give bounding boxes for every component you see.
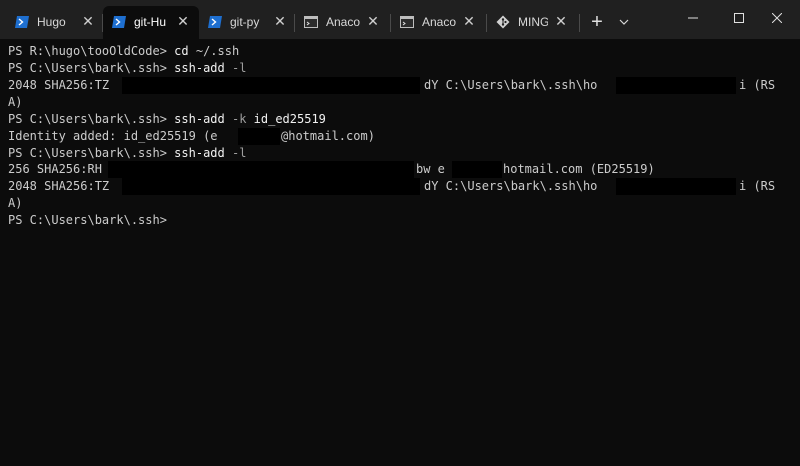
terminal-line: Identity added: id_ed25519 (e	[8, 128, 218, 145]
tab-git-py[interactable]: git-py ✕	[199, 6, 294, 39]
output-text: A)	[8, 95, 23, 109]
terminal-pane[interactable]: PS R:\hugo\tooOldCode> cd ~/.ssh PS C:\U…	[0, 39, 800, 466]
close-icon[interactable]: ✕	[175, 13, 191, 29]
command: cd	[174, 44, 189, 58]
terminal-line: A)	[8, 195, 22, 212]
terminal-line: @hotmail.com)	[281, 128, 375, 145]
chevron-down-icon[interactable]	[614, 12, 634, 32]
command: ssh-add	[174, 112, 225, 126]
terminal-line: PS R:\hugo\tooOldCode> cd ~/.ssh	[8, 43, 239, 60]
output-text: hotmail.com (ED25519)	[503, 162, 655, 176]
redaction-block	[238, 128, 280, 145]
redaction-block	[616, 178, 736, 195]
prompt: PS C:\Users\bark\.ssh>	[8, 112, 175, 126]
tab-hugo[interactable]: Hugo ✕	[6, 6, 102, 39]
close-icon[interactable]: ✕	[272, 13, 288, 29]
redaction-block	[616, 77, 736, 94]
powershell-icon	[208, 15, 222, 28]
terminal-line: 256 SHA256:RH	[8, 161, 102, 178]
tab-git-hugo[interactable]: git-Hu ✕	[103, 6, 199, 39]
tab-label: git-Hu	[134, 15, 167, 29]
output-text: 2048 SHA256:TZ	[8, 78, 110, 92]
output-text: 256 SHA256:RH	[8, 162, 102, 176]
tab-divider	[579, 14, 580, 32]
close-icon[interactable]: ✕	[365, 13, 381, 29]
tab-mingw[interactable]: MINGV ✕	[487, 6, 579, 39]
title-bar: Hugo ✕ git-Hu ✕ git-py ✕ Anaco ✕ Anaco ✕	[0, 0, 800, 39]
prompt: PS R:\hugo\tooOldCode>	[8, 44, 175, 58]
prompt: PS C:\Users\bark\.ssh>	[8, 213, 167, 227]
command-args: ~/.ssh	[188, 44, 240, 58]
terminal-line: 2048 SHA256:TZ	[8, 77, 109, 94]
close-window-button[interactable]	[754, 0, 800, 36]
command-flag: -l	[224, 61, 247, 75]
command-flag: -l	[224, 146, 247, 160]
console-icon	[400, 15, 414, 28]
minimize-button[interactable]	[670, 0, 716, 36]
output-text: A)	[8, 196, 23, 210]
tab-label: Anaco	[326, 15, 360, 29]
console-icon	[304, 15, 318, 28]
output-text: @hotmail.com)	[281, 129, 375, 143]
terminal-line: 2048 SHA256:TZ	[8, 178, 109, 195]
close-icon[interactable]: ✕	[80, 13, 96, 29]
terminal-line: PS C:\Users\bark\.ssh> ssh-add -l	[8, 60, 246, 77]
close-icon[interactable]: ✕	[553, 13, 569, 29]
command-args: id_ed25519	[246, 112, 326, 126]
terminal-line: dY C:\Users\bark\.ssh\ho	[424, 77, 597, 94]
command: ssh-add	[174, 146, 225, 160]
output-text: bw e	[416, 162, 445, 176]
tab-label: Anaco	[422, 15, 456, 29]
terminal-prompt-line[interactable]: PS C:\Users\bark\.ssh>	[8, 212, 167, 229]
output-text: i (RS	[739, 179, 776, 193]
tab-anaconda-1[interactable]: Anaco ✕	[295, 6, 390, 39]
tab-label: git-py	[230, 15, 260, 29]
terminal-line: dY C:\Users\bark\.ssh\ho	[424, 178, 597, 195]
redaction-block	[122, 178, 420, 195]
terminal-line: i (RS	[739, 77, 775, 94]
terminal-line: bw e	[416, 161, 445, 178]
terminal-line: A)	[8, 94, 22, 111]
output-text: dY C:\Users\bark\.ssh\ho	[424, 179, 598, 193]
redaction-block	[108, 161, 414, 178]
command-flag: -k	[224, 112, 247, 126]
terminal-line: PS C:\Users\bark\.ssh> ssh-add -l	[8, 145, 246, 162]
tab-label: Hugo	[37, 15, 66, 29]
output-text: 2048 SHA256:TZ	[8, 179, 110, 193]
powershell-icon	[15, 15, 29, 28]
output-text: Identity added: id_ed25519 (e	[8, 129, 218, 143]
terminal-line: PS C:\Users\bark\.ssh> ssh-add -k id_ed2…	[8, 111, 326, 128]
command: ssh-add	[174, 61, 225, 75]
prompt: PS C:\Users\bark\.ssh>	[8, 146, 175, 160]
terminal-line: i (RS	[739, 178, 775, 195]
close-icon[interactable]: ✕	[461, 13, 477, 29]
tab-label: MINGV	[518, 15, 548, 29]
git-bash-icon	[496, 15, 510, 28]
redaction-block	[452, 161, 502, 178]
tab-anaconda-2[interactable]: Anaco ✕	[391, 6, 486, 39]
redaction-block	[122, 77, 420, 94]
output-text: i (RS	[739, 78, 776, 92]
powershell-icon	[112, 15, 126, 28]
prompt: PS C:\Users\bark\.ssh>	[8, 61, 175, 75]
new-tab-button[interactable]: +	[585, 10, 609, 34]
output-text: dY C:\Users\bark\.ssh\ho	[424, 78, 598, 92]
terminal-line: hotmail.com (ED25519)	[503, 161, 655, 178]
